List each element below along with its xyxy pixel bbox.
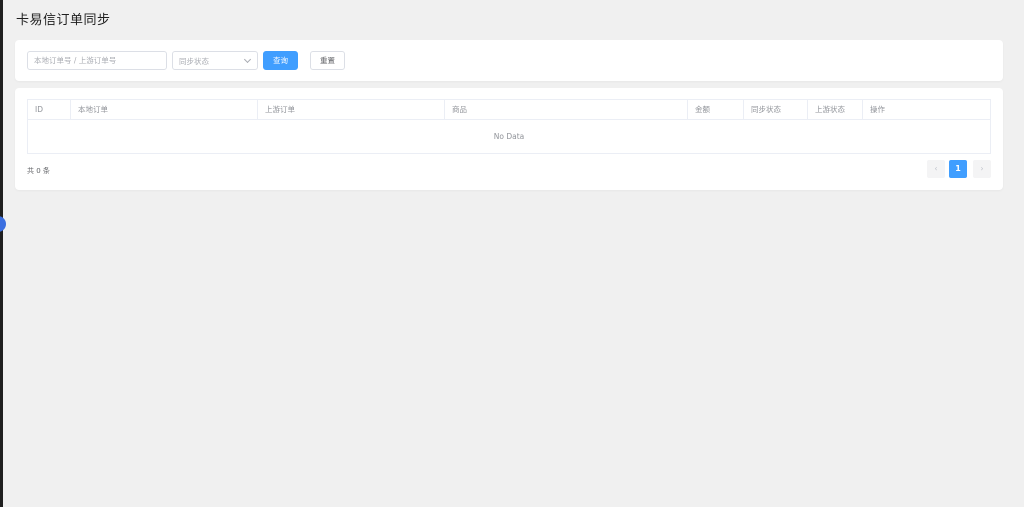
column-header-id: ID [28,100,71,119]
sync-status-select[interactable]: 同步状态 [172,51,258,70]
order-table: ID 本地订单 上游订单 商品 金额 同步状态 上游状态 操作 No Data [27,99,991,154]
column-header-product: 商品 [445,100,688,119]
query-button[interactable]: 查询 [263,51,298,70]
left-window-edge [0,0,3,507]
pagination-total: 共 0 条 [27,167,50,175]
reset-button[interactable]: 重置 [310,51,345,70]
filter-card: 同步状态 查询 重置 [15,40,1003,81]
chevron-right-icon[interactable]: › [973,160,991,178]
column-header-upstream-order: 上游订单 [258,100,445,119]
column-header-upstream-status: 上游状态 [808,100,863,119]
sync-status-placeholder: 同步状态 [179,57,209,66]
chevron-left-icon[interactable]: ‹ [927,160,945,178]
table-empty-text: No Data [493,132,525,141]
page-title: 卡易信订单同步 [16,13,111,28]
table-card: ID 本地订单 上游订单 商品 金额 同步状态 上游状态 操作 No Data … [15,88,1003,190]
chevron-down-icon [243,55,252,64]
pagination-page-1[interactable]: 1 [949,160,967,178]
column-header-sync-status: 同步状态 [744,100,808,119]
sidebar-collapse-tab[interactable] [0,216,6,232]
table-header: ID 本地订单 上游订单 商品 金额 同步状态 上游状态 操作 [28,100,990,120]
column-header-local-order: 本地订单 [71,100,258,119]
column-header-actions: 操作 [870,105,885,114]
column-header-amount: 金额 [688,100,744,119]
order-search-input[interactable] [27,51,167,70]
